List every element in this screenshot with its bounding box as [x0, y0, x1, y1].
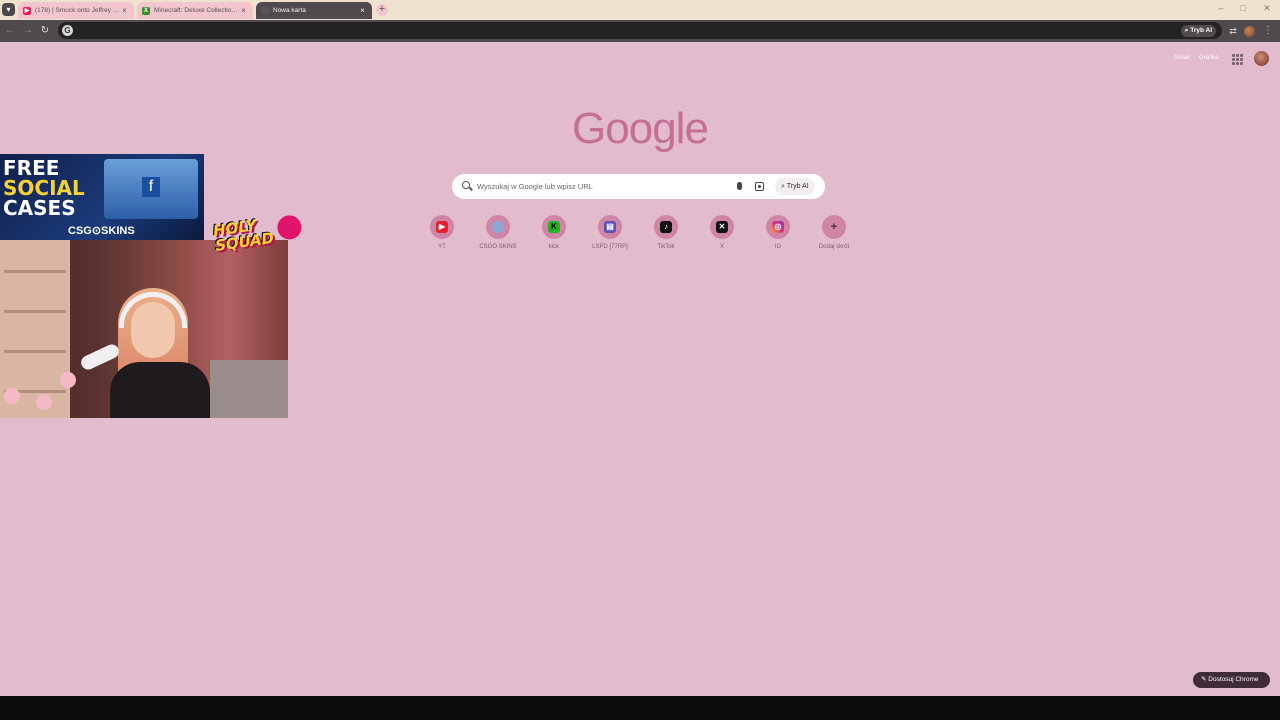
youtube-icon: ▶	[23, 6, 31, 15]
search-icon	[462, 181, 470, 189]
instagram-icon: ◎	[772, 221, 784, 233]
microphone	[78, 342, 122, 372]
search-box[interactable]: Wyszukaj w Google lub wpisz URL ⌕ Tryb A…	[452, 174, 825, 199]
ad-brand: CSG⊙SKINS	[68, 225, 135, 237]
cast-icon[interactable]: ⇄	[1227, 25, 1239, 37]
browser-toolbar: ← → ↻ G ⌕ Tryb AI ⇄	[0, 20, 1280, 42]
chrome-icon	[261, 6, 269, 15]
stream-overlay: FREE SOCIAL CASES CSG⊙SKINS HOLY SQUAD	[0, 154, 303, 418]
microphone-icon[interactable]	[737, 182, 742, 190]
gmail-link[interactable]: Gmail	[1174, 55, 1190, 61]
tab-youtube[interactable]: ▶ (178) | Smuck onto Jeffrey Epstei... ×	[18, 2, 134, 19]
tab-title: Nowa karta	[273, 7, 306, 14]
shortcut-label: Dodaj skrót	[818, 244, 850, 250]
xbox-icon: X	[142, 6, 150, 15]
apps-icon[interactable]	[1232, 54, 1243, 65]
tab-title: Minecraft: Deluxe Collection - Xb...	[154, 7, 239, 14]
shortcut-label: CSGO SKINS	[479, 244, 517, 250]
streamer-body	[110, 362, 210, 418]
address-bar[interactable]: G ⌕ Tryb AI	[58, 22, 1222, 39]
close-icon[interactable]: ×	[358, 6, 367, 15]
minimize-icon[interactable]: –	[1211, 3, 1231, 13]
shortcut-label: TikTok	[657, 244, 675, 250]
search-input[interactable]: Wyszukaj w Google lub wpisz URL	[477, 182, 593, 191]
tab-strip: ▾ ▶ (178) | Smuck onto Jeffrey Epstei...…	[0, 0, 1280, 20]
shortcut-label: X	[719, 244, 724, 250]
shortcut-tiktok[interactable]: ♪ TikTok	[638, 215, 694, 250]
lspd-icon: ▤	[604, 221, 616, 233]
ai-mode-label: Tryb AI	[786, 183, 809, 190]
customize-label: Dostosuj Chrome	[1208, 676, 1259, 683]
forward-icon[interactable]: →	[22, 25, 34, 37]
bottom-bar	[0, 696, 1280, 720]
badge-text: HOLY SQUAD	[211, 216, 276, 255]
shortcut-add[interactable]: + Dodaj skrót	[806, 215, 862, 250]
maximize-icon[interactable]: □	[1233, 3, 1253, 13]
google-icon: G	[62, 25, 73, 36]
google-logo: Google	[572, 104, 709, 153]
flower-decoration	[60, 372, 76, 388]
flower-decoration	[4, 388, 20, 404]
csgo-skins-ad: FREE SOCIAL CASES CSG⊙SKINS	[0, 154, 204, 240]
ai-mode-search-button[interactable]: ⌕ Tryb AI	[775, 178, 815, 195]
profile-avatar[interactable]	[1254, 51, 1269, 66]
google-lens-icon[interactable]	[755, 182, 764, 191]
new-tab-button[interactable]: +	[376, 4, 388, 16]
shortcut-csgo-skins[interactable]: CSGO SKINS	[470, 215, 526, 250]
close-icon[interactable]: ×	[120, 6, 129, 15]
x-icon: ✕	[716, 221, 728, 233]
webcam-feed	[0, 240, 288, 418]
shortcut-ig[interactable]: ◎ IG	[750, 215, 806, 250]
tab-new-tab[interactable]: Nowa karta ×	[256, 2, 372, 19]
shortcut-label: kick	[548, 244, 560, 250]
back-icon[interactable]: ←	[4, 25, 16, 37]
plus-icon: +	[830, 221, 838, 233]
shortcut-x[interactable]: ✕ X	[694, 215, 750, 250]
csgo-skins-icon	[492, 221, 504, 233]
shortcut-label: YT	[438, 244, 446, 250]
bed	[210, 360, 288, 418]
shortcut-lspd[interactable]: ▤ LSPD [77RP]	[582, 215, 638, 250]
tiktok-icon: ♪	[660, 221, 672, 233]
shortcut-yt[interactable]: ▶ YT	[414, 215, 470, 250]
tab-title: (178) | Smuck onto Jeffrey Epstei...	[35, 7, 120, 14]
shortcut-label: LSPD [77RP]	[592, 244, 628, 250]
kick-icon: K	[548, 221, 560, 233]
ai-mode-label: Tryb AI	[1190, 27, 1212, 34]
flower-decoration	[36, 394, 52, 410]
window-close-icon[interactable]: ✕	[1257, 3, 1277, 14]
ad-line-2: SOCIAL	[3, 176, 85, 200]
ad-line-3: CASES	[3, 196, 76, 220]
tab-minecraft[interactable]: X Minecraft: Deluxe Collection - Xb... ×	[137, 2, 253, 19]
customize-chrome-button[interactable]: ✎ Dostosuj Chrome	[1193, 672, 1270, 688]
reload-icon[interactable]: ↻	[39, 25, 51, 37]
shortcut-kick[interactable]: K kick	[526, 215, 582, 250]
images-link[interactable]: Grafika	[1199, 55, 1218, 61]
facebook-case-image	[104, 159, 198, 219]
close-icon[interactable]: ×	[239, 6, 248, 15]
shortcut-label: IG	[774, 244, 782, 250]
menu-icon[interactable]: ⋮	[1263, 25, 1273, 37]
ai-mode-button[interactable]: ⌕ Tryb AI	[1180, 25, 1216, 37]
toolbar-avatar[interactable]	[1244, 26, 1255, 37]
tab-search-button[interactable]: ▾	[2, 3, 15, 16]
youtube-icon: ▶	[436, 221, 448, 233]
ad-line-1: FREE	[3, 156, 60, 180]
